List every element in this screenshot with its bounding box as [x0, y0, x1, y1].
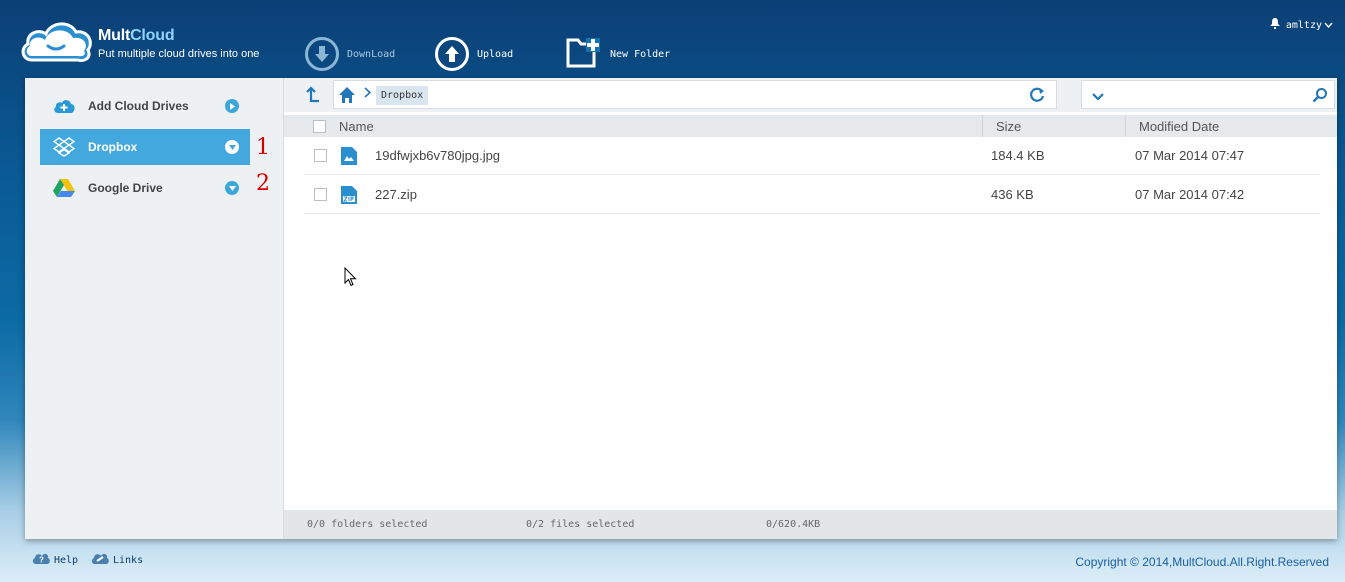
row-checkbox[interactable] — [314, 188, 327, 201]
row-checkbox[interactable] — [314, 149, 327, 162]
svg-text:?: ? — [39, 556, 44, 565]
file-size: 184.4 KB — [991, 148, 1045, 163]
file-name: 227.zip — [375, 187, 417, 202]
user-menu[interactable]: amltzy — [1269, 18, 1333, 32]
add-cloud-icon — [52, 94, 76, 118]
search-input[interactable] — [1112, 85, 1302, 105]
sidebar-item-google-drive[interactable]: Google Drive — [40, 170, 250, 206]
column-header-size[interactable]: Size — [996, 119, 1021, 134]
multcloud-logo — [18, 16, 94, 66]
files-selected-count: 0/2 files selected — [526, 519, 635, 530]
tagline: Put multiple cloud drives into one — [98, 48, 260, 60]
breadcrumb: Dropbox — [333, 80, 1057, 109]
download-icon — [305, 37, 339, 71]
file-name: 19dfwjxb6v780jpg.jpg — [375, 148, 501, 163]
copyright-text: Copyright © 2014,MultCloud.All.Right.Res… — [1075, 555, 1329, 569]
file-modified-date: 07 Mar 2014 07:42 — [1135, 187, 1245, 202]
breadcrumb-dropbox[interactable]: Dropbox — [376, 86, 429, 105]
google-drive-icon — [52, 176, 76, 200]
column-divider — [982, 115, 983, 137]
link-icon — [91, 552, 109, 568]
chevron-down-icon[interactable] — [1324, 20, 1333, 31]
path-bar: Dropbox — [284, 78, 1337, 112]
download-button[interactable]: DownLoad — [305, 36, 395, 72]
table-row[interactable]: 227.zip 436 KB 07 Mar 2014 07:42 — [304, 175, 1320, 214]
chevron-down-icon[interactable] — [1090, 88, 1106, 104]
upload-icon — [435, 37, 469, 71]
table-header: Name Size Modified Date — [284, 115, 1337, 137]
file-modified-date: 07 Mar 2014 07:47 — [1135, 148, 1245, 163]
sidebar-item-label: Dropbox — [88, 140, 138, 154]
chevron-right-icon[interactable] — [225, 99, 239, 113]
new-folder-icon — [566, 36, 602, 73]
search-icon[interactable] — [1312, 87, 1328, 103]
links-link[interactable]: Links — [91, 552, 143, 568]
file-size: 436 KB — [991, 187, 1034, 202]
username: amltzy — [1285, 19, 1322, 31]
sidebar: Add Cloud Drives Dropbox Google Drive 1 … — [25, 78, 284, 539]
annotation-number: 2 — [256, 171, 270, 196]
annotation-number: 1 — [256, 135, 270, 160]
column-header-modified-date[interactable]: Modified Date — [1139, 119, 1219, 134]
go-up-icon[interactable] — [304, 86, 322, 104]
sidebar-item-label: Google Drive — [88, 181, 163, 195]
bell-icon[interactable] — [1269, 18, 1280, 32]
image-file-icon — [341, 147, 357, 165]
selected-size: 0/620.4KB — [766, 519, 821, 530]
dropbox-icon — [52, 135, 76, 159]
table-row[interactable]: 19dfwjxb6v780jpg.jpg 184.4 KB 07 Mar 201… — [304, 136, 1320, 175]
help-link[interactable]: ? Help — [32, 552, 78, 568]
upload-button[interactable]: Upload — [435, 36, 513, 72]
sidebar-item-dropbox[interactable]: Dropbox — [40, 129, 250, 165]
column-divider — [1125, 115, 1126, 137]
brand-name: MultCloud — [98, 27, 175, 44]
new-folder-button[interactable]: New Folder — [566, 36, 670, 72]
home-icon[interactable] — [338, 86, 356, 104]
select-all-checkbox[interactable] — [313, 120, 326, 133]
sidebar-item-add-cloud-drives[interactable]: Add Cloud Drives — [40, 88, 250, 124]
refresh-icon[interactable] — [1028, 86, 1046, 104]
chevron-down-icon[interactable] — [225, 181, 239, 195]
search-box — [1081, 80, 1335, 109]
file-browser: Dropbox Name Size Modified Date 19dfwjxb… — [284, 78, 1337, 539]
mouse-cursor-icon — [344, 266, 358, 287]
sidebar-item-label: Add Cloud Drives — [88, 99, 189, 113]
status-bar: 0/0 folders selected 0/2 files selected … — [284, 510, 1337, 539]
main-panel: Add Cloud Drives Dropbox Google Drive 1 … — [25, 78, 1337, 539]
folders-selected-count: 0/0 folders selected — [307, 519, 428, 530]
column-header-name[interactable]: Name — [339, 119, 374, 134]
chevron-right-icon — [364, 87, 372, 101]
chevron-down-icon[interactable] — [225, 140, 239, 154]
zip-file-icon — [341, 186, 357, 204]
help-icon: ? — [32, 552, 50, 568]
